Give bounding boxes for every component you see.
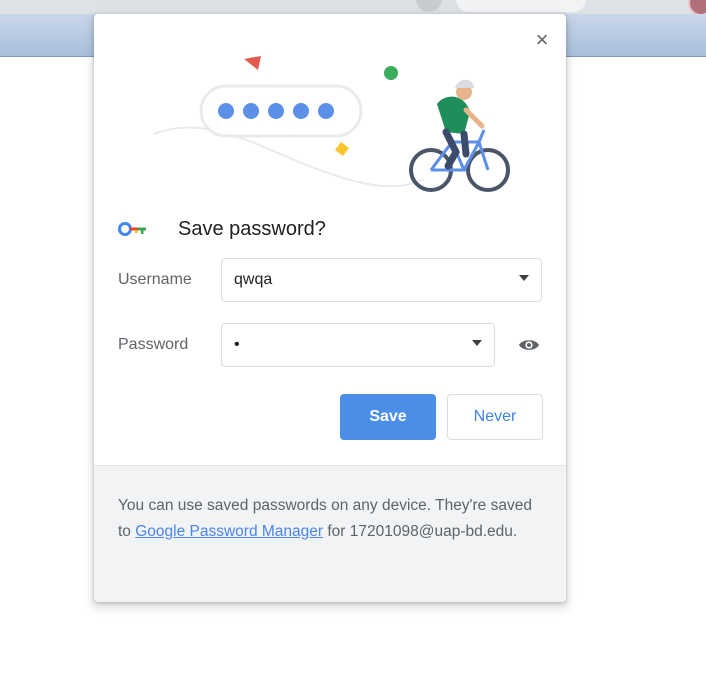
- password-manager-link[interactable]: Google Password Manager: [135, 523, 323, 540]
- footer-text: You can use saved passwords on any devic…: [118, 493, 548, 545]
- password-value: •: [234, 336, 240, 353]
- username-field[interactable]: qwqa: [221, 258, 542, 302]
- chevron-down-icon[interactable]: [519, 275, 529, 281]
- dialog-header: Save password?: [118, 214, 326, 244]
- toolbar-icons: [376, 0, 706, 16]
- key-icon: [118, 222, 146, 236]
- save-password-dialog: × Save password? Username qwqa Password …: [94, 14, 566, 602]
- cyclist-illustration: [153, 56, 510, 192]
- password-label: Password: [118, 336, 189, 353]
- toolbar-button[interactable]: [416, 0, 442, 12]
- close-icon[interactable]: ×: [532, 29, 552, 51]
- chevron-down-icon[interactable]: [472, 340, 482, 346]
- dialog-title: Save password?: [178, 217, 326, 240]
- dialog-footer: You can use saved passwords on any devic…: [94, 465, 566, 602]
- eye-icon[interactable]: [518, 336, 540, 354]
- save-button[interactable]: Save: [340, 394, 436, 440]
- footer-text-after: for 17201098@uap-bd.edu.: [323, 523, 518, 540]
- password-field[interactable]: •: [221, 323, 495, 367]
- never-button[interactable]: Never: [447, 394, 543, 440]
- browser-toolbar: [0, 0, 706, 16]
- username-value: qwqa: [234, 271, 273, 288]
- username-label: Username: [118, 271, 192, 288]
- toolbar-pill[interactable]: [456, 0, 586, 12]
